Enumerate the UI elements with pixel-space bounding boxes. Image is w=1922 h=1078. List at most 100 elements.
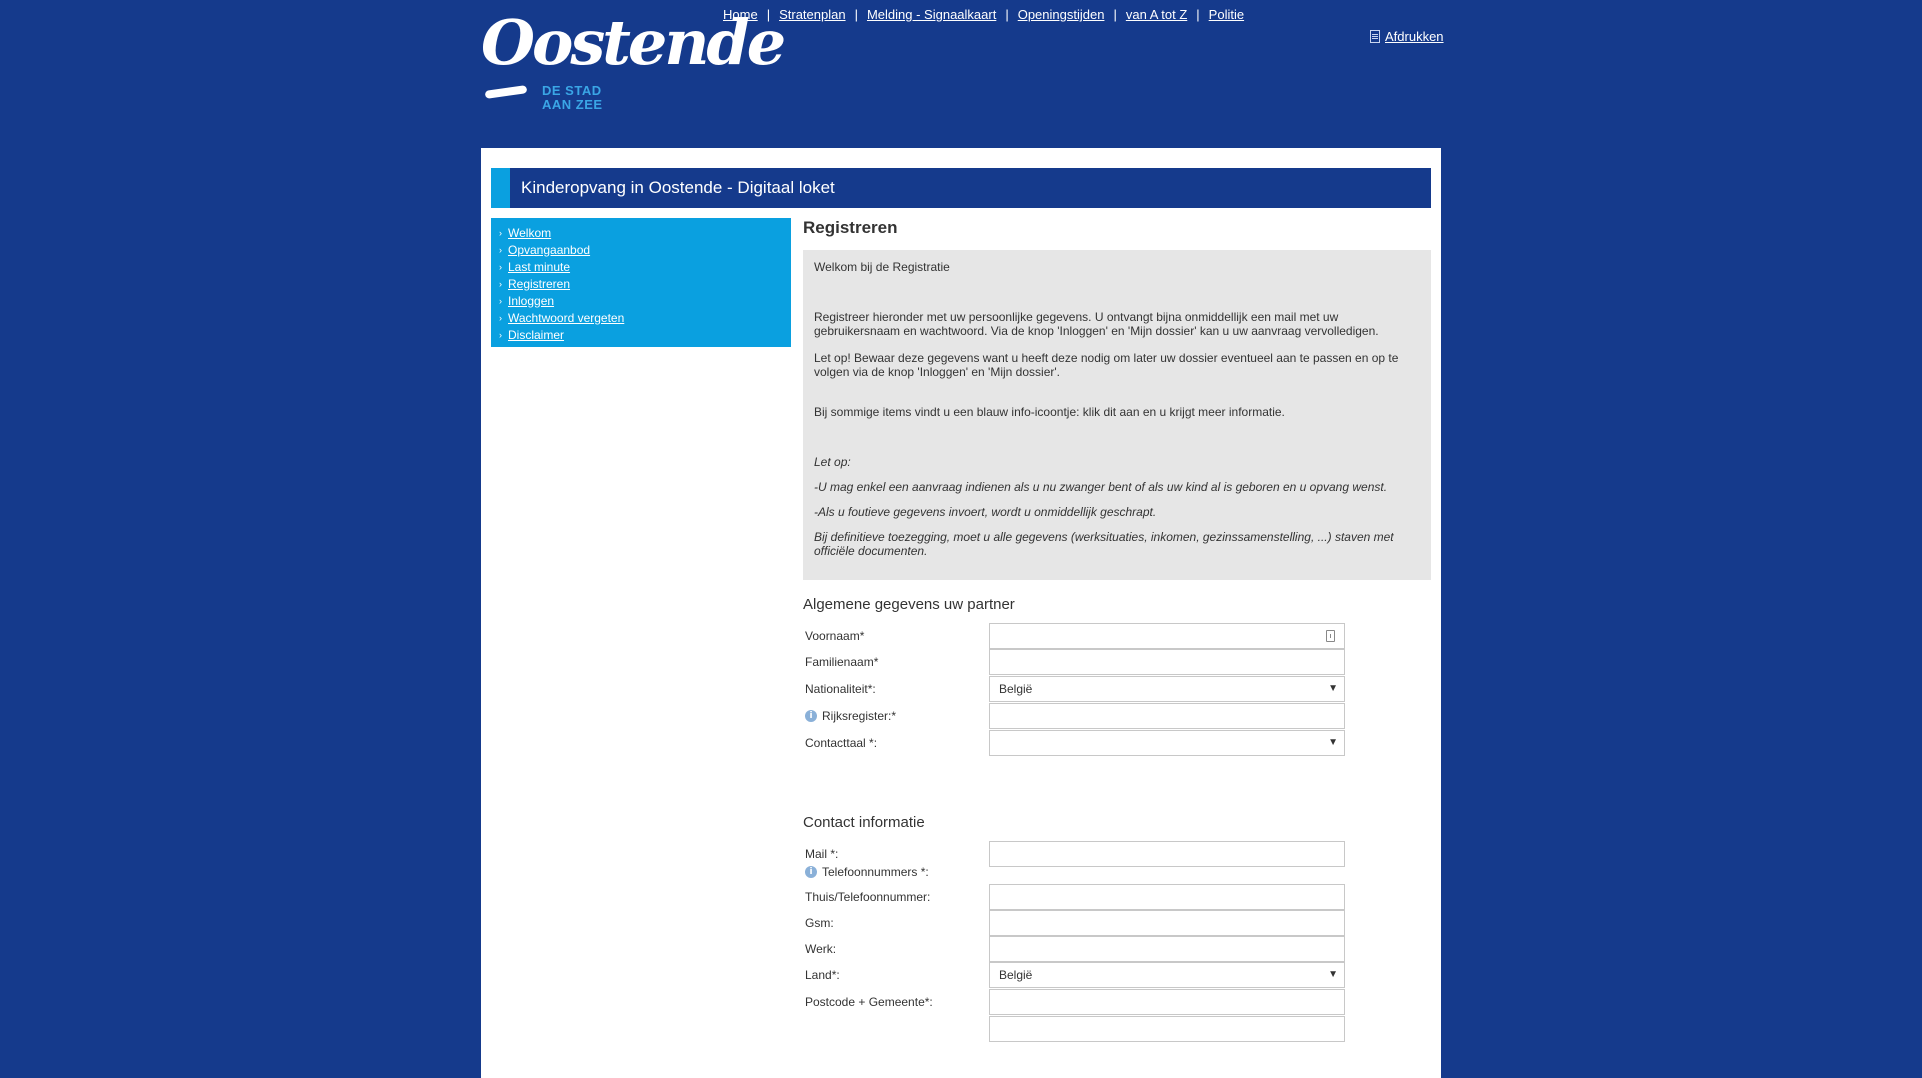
- form-row-werk: Werk:: [803, 935, 1363, 963]
- form-row-rijksregister: i Rijksregister:*: [803, 702, 1363, 730]
- logo-subline-1: DE STAD: [542, 83, 602, 98]
- land-value: België: [999, 968, 1033, 982]
- rijksregister-label-wrap: i Rijksregister:*: [805, 702, 896, 730]
- oostende-logo[interactable]: Oostende DE STAD AAN ZEE: [481, 12, 786, 117]
- print-link[interactable]: Afdrukken: [1370, 29, 1444, 44]
- nationaliteit-select[interactable]: België ▼: [989, 676, 1345, 702]
- page-banner: Kinderopvang in Oostende - Digitaal loke…: [491, 168, 1431, 208]
- chevron-right-icon: ›: [499, 312, 502, 323]
- page-title: Kinderopvang in Oostende - Digitaal loke…: [521, 178, 835, 197]
- sidebar-menu: › Welkom › Opvangaanbod › Last minute › Regi…: [491, 218, 791, 347]
- sidebar-item-registreren[interactable]: › Registreren: [491, 275, 791, 292]
- postcode-label: Postcode + Gemeente*:: [805, 995, 933, 1009]
- info-paragraph: Bij sommige items vindt u een blauw info…: [814, 405, 1285, 419]
- print-label[interactable]: Afdrukken: [1385, 29, 1444, 44]
- dropdown-arrow-icon: ▼: [1328, 683, 1338, 694]
- info-note: -Als u foutieve gegevens invoert, wordt …: [814, 505, 1157, 519]
- sidebar-item-opvangaanbod[interactable]: › Opvangaanbod: [491, 241, 791, 258]
- chevron-right-icon: ›: [499, 295, 502, 306]
- telefoonnummers-label: Telefoonnummers *:: [822, 865, 929, 879]
- nav-stratenplan[interactable]: Stratenplan: [779, 7, 846, 22]
- content-panel: Kinderopvang in Oostende - Digitaal loke…: [481, 148, 1441, 1078]
- sidebar-item-last-minute[interactable]: › Last minute: [491, 258, 791, 275]
- land-select[interactable]: België ▼: [989, 962, 1345, 988]
- nav-melding-signaalkaart[interactable]: Melding - Signaalkaart: [867, 7, 996, 22]
- document-icon: [1370, 30, 1380, 43]
- form-row-straat: [803, 1015, 1363, 1043]
- nav-separator: |: [854, 7, 858, 22]
- sidebar-item-wachtwoord-vergeten[interactable]: › Wachtwoord vergeten: [491, 309, 791, 326]
- logo-swash: [484, 85, 528, 99]
- nav-separator: |: [1196, 7, 1200, 22]
- section-title-partner: Algemene gegevens uw partner: [803, 596, 1015, 613]
- sidebar-item-label[interactable]: Disclaimer: [508, 328, 564, 342]
- nav-separator: |: [766, 7, 771, 22]
- familienaam-input[interactable]: [989, 649, 1345, 675]
- section-title-contact: Contact informatie: [803, 814, 925, 831]
- rijksregister-input[interactable]: [989, 703, 1345, 729]
- chevron-right-icon: ›: [499, 329, 502, 340]
- contacttaal-label: Contacttaal *:: [805, 736, 878, 750]
- form-row-nationaliteit: Nationaliteit*: België ▼: [803, 675, 1363, 703]
- sidebar-item-label[interactable]: Welkom: [508, 226, 551, 240]
- nav-home[interactable]: Home: [723, 7, 758, 22]
- voornaam-input[interactable]: [989, 623, 1345, 649]
- form-row-voornaam: Voornaam*: [803, 622, 1363, 650]
- section-heading-registreren: Registreren: [803, 218, 898, 237]
- info-paragraph: Registreer hieronder met uw persoonlijke…: [814, 310, 1379, 338]
- info-note: -U mag enkel een aanvraag indienen als u…: [814, 480, 1388, 494]
- nationaliteit-label: Nationaliteit*:: [805, 682, 876, 696]
- telefoonnummers-label-wrap: i Telefoonnummers *:: [805, 861, 929, 883]
- form-row-telefoonnummers: i Telefoonnummers *:: [803, 861, 1363, 883]
- chevron-right-icon: ›: [499, 261, 502, 272]
- sidebar-item-welkom[interactable]: › Welkom: [491, 224, 791, 241]
- info-icon[interactable]: i: [805, 710, 817, 722]
- sidebar-item-inloggen[interactable]: › Inloggen: [491, 292, 791, 309]
- sidebar-item-disclaimer[interactable]: › Disclaimer: [491, 326, 791, 343]
- thuis-label: Thuis/Telefoonnummer:: [805, 890, 931, 904]
- info-icon[interactable]: i: [805, 866, 817, 878]
- info-note: Bij definitieve toezegging, moet u alle …: [814, 530, 1394, 558]
- nav-van-a-tot-z[interactable]: van A tot Z: [1126, 7, 1187, 22]
- page: Oostende DE STAD AAN ZEE Home | Stratenpla…: [0, 0, 1922, 1078]
- top-navigation: Home | Stratenplan | Melding - Signaalkaart |…: [723, 7, 1244, 22]
- nav-separator: |: [1005, 7, 1009, 22]
- nav-separator: |: [1113, 7, 1117, 22]
- sidebar-item-label[interactable]: Opvangaanbod: [508, 243, 590, 257]
- gsm-input[interactable]: [989, 910, 1345, 936]
- postcode-gemeente-input[interactable]: [989, 989, 1345, 1015]
- chevron-right-icon: ›: [499, 278, 502, 289]
- nationaliteit-value: België: [999, 682, 1033, 696]
- sidebar-item-label[interactable]: Wachtwoord vergeten: [508, 311, 624, 325]
- logo-subline-2: AAN ZEE: [542, 97, 603, 112]
- info-welcome: Welkom bij de Registratie: [814, 260, 950, 274]
- form-row-contacttaal: Contacttaal *: ▼: [803, 729, 1363, 757]
- form-row-thuis: Thuis/Telefoonnummer:: [803, 883, 1363, 911]
- form-row-gsm: Gsm:: [803, 909, 1363, 937]
- info-box: Welkom bij de Registratie Registreer hie…: [803, 250, 1431, 580]
- contacttaal-select[interactable]: ▼: [989, 730, 1345, 756]
- straat-input[interactable]: [989, 1016, 1345, 1042]
- info-note: Let op:: [814, 455, 851, 469]
- form-row-land: Land*: België ▼: [803, 961, 1363, 989]
- chevron-right-icon: ›: [499, 227, 502, 238]
- familienaam-label: Familienaam*: [805, 655, 879, 669]
- form-row-familienaam: Familienaam*: [803, 648, 1363, 676]
- chevron-right-icon: ›: [499, 244, 502, 255]
- nav-openingstijden[interactable]: Openingstijden: [1018, 7, 1105, 22]
- nav-politie[interactable]: Politie: [1209, 7, 1244, 22]
- contact-card-icon[interactable]: [1326, 630, 1335, 642]
- sidebar-item-label[interactable]: Inloggen: [508, 294, 554, 308]
- rijksregister-label: Rijksregister:*: [822, 709, 897, 723]
- dropdown-arrow-icon: ▼: [1328, 737, 1338, 748]
- banner-accent: [491, 168, 510, 208]
- werk-input[interactable]: [989, 936, 1345, 962]
- gsm-label: Gsm:: [805, 916, 834, 930]
- form-row-postcode: Postcode + Gemeente*:: [803, 988, 1363, 1016]
- thuis-telefoon-input[interactable]: [989, 884, 1345, 910]
- sidebar-item-label[interactable]: Last minute: [508, 260, 570, 274]
- info-paragraph: Let op! Bewaar deze gegevens want u heef…: [814, 351, 1399, 379]
- werk-label: Werk:: [805, 942, 837, 956]
- land-label: Land*:: [805, 968, 840, 982]
- sidebar-item-label[interactable]: Registreren: [508, 277, 570, 291]
